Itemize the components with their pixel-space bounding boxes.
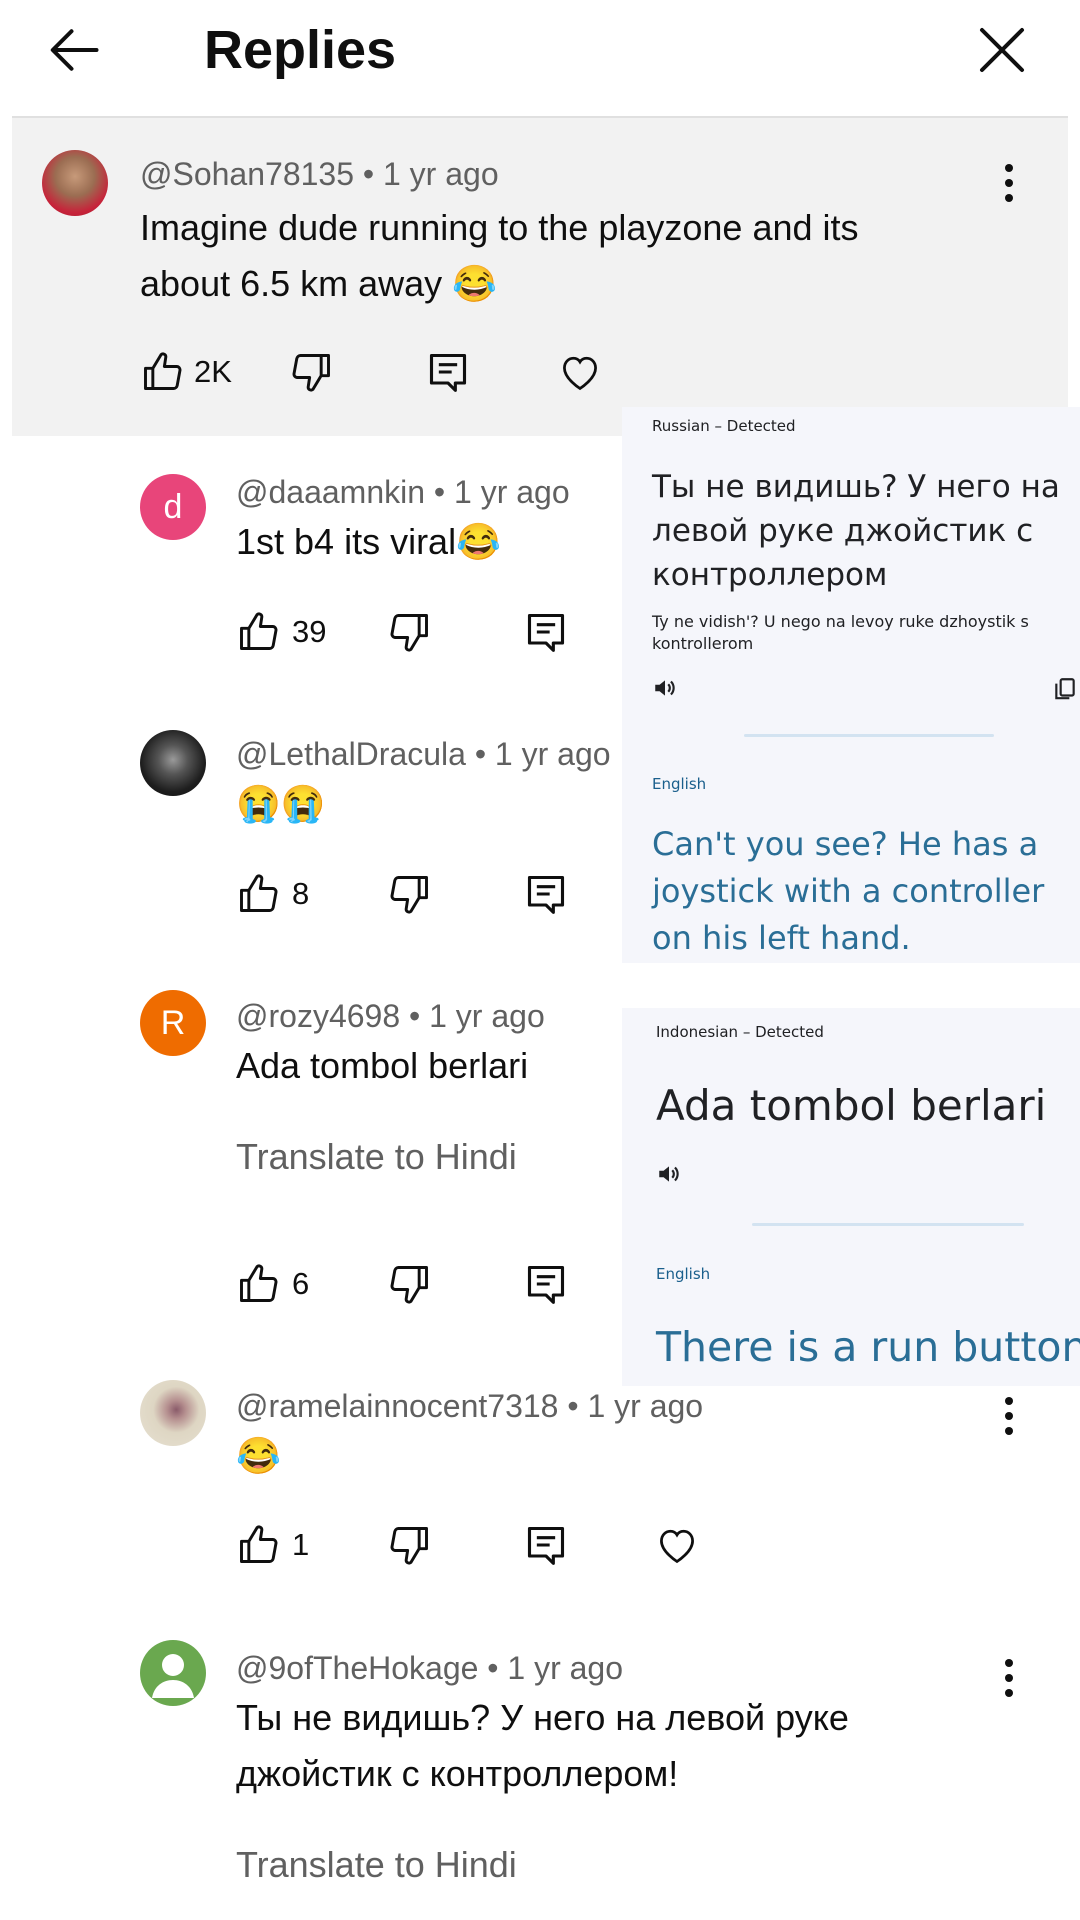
comment-text: 😭😭: [236, 783, 326, 824]
more-vert-icon[interactable]: [999, 1656, 1019, 1700]
comment-text: Imagine dude running to the playzone and…: [140, 207, 859, 304]
author-handle[interactable]: @LethalDracula: [236, 736, 466, 772]
author-handle[interactable]: @rozy4698: [236, 998, 400, 1034]
reply-icon[interactable]: [524, 610, 568, 654]
avatar-letter: R: [160, 1003, 186, 1042]
target-language: English: [652, 775, 707, 793]
comment-age: 1 yr ago: [429, 998, 545, 1034]
comment-age: 1 yr ago: [587, 1388, 704, 1424]
speaker-icon[interactable]: [652, 675, 678, 701]
translated-text: There is a run button: [656, 1323, 1080, 1371]
thumb-up-icon[interactable]: [140, 350, 184, 394]
comment-age: 1 yr ago: [507, 1650, 624, 1686]
translation-panel-russian: Russian – Detected Ты не видишь? У него …: [622, 407, 1080, 963]
more-vert-icon[interactable]: [999, 161, 1019, 205]
thumb-down-icon[interactable]: [388, 1262, 432, 1306]
source-text: Ada tombol berlari: [656, 1081, 1047, 1130]
comment-meta: @LethalDracula • 1 yr ago: [236, 736, 611, 772]
thumb-down-icon[interactable]: [388, 1523, 432, 1567]
translation-panel-indonesian: Indonesian – Detected Ada tombol berlari…: [622, 1008, 1080, 1386]
reply-icon[interactable]: [524, 1262, 568, 1306]
reply-icon[interactable]: [524, 1523, 568, 1567]
comment-meta: @rozy4698 • 1 yr ago: [236, 998, 545, 1034]
avatar-letter: d: [163, 487, 183, 526]
comment-age: 1 yr ago: [494, 736, 611, 772]
thumb-down-icon[interactable]: [388, 610, 432, 654]
thumb-up-icon[interactable]: [236, 1262, 280, 1306]
author-handle[interactable]: @9ofTheHokage: [236, 1650, 478, 1686]
like-count: 6: [292, 1266, 310, 1301]
comment-text: 😂: [236, 1435, 281, 1476]
comment-age: 1 yr ago: [382, 156, 499, 192]
avatar[interactable]: [140, 1380, 206, 1446]
avatar[interactable]: [42, 150, 108, 216]
like-count: 39: [292, 614, 327, 649]
comment-text: Ada tombol berlari: [236, 1045, 529, 1086]
default-avatar-icon: [152, 1654, 194, 1698]
avatar[interactable]: R: [140, 990, 206, 1056]
author-handle[interactable]: @ramelainnocent7318: [236, 1388, 558, 1424]
detected-language: Russian – Detected: [652, 417, 796, 435]
avatar[interactable]: [140, 730, 206, 796]
comment-meta: @daaamnkin • 1 yr ago: [236, 474, 570, 510]
reply-icon[interactable]: [426, 350, 470, 394]
thumb-down-icon[interactable]: [388, 872, 432, 916]
speaker-icon[interactable]: [656, 1161, 682, 1187]
like-count: 8: [292, 876, 310, 911]
avatar[interactable]: d: [140, 474, 206, 540]
comment-text: Ты не видишь? У него на левой руке джойс…: [236, 1697, 849, 1794]
page-title: Replies: [204, 20, 397, 80]
detected-language: Indonesian – Detected: [656, 1023, 824, 1041]
translate-button[interactable]: Translate to Hindi: [236, 1135, 517, 1179]
target-language: English: [656, 1265, 711, 1283]
divider: [744, 734, 994, 737]
comment-age: 1 yr ago: [454, 474, 570, 510]
like-count: 2K: [194, 354, 232, 389]
heart-icon[interactable]: [558, 350, 602, 394]
like-count: 1: [292, 1527, 310, 1562]
reply-icon[interactable]: [524, 872, 568, 916]
translated-text: Can't you see? He has a joystick with a …: [652, 825, 1045, 957]
transliteration-text: Ty ne vidish'? U nego na levoy ruke dzho…: [652, 612, 1029, 653]
avatar[interactable]: [140, 1640, 206, 1706]
heart-icon[interactable]: [655, 1523, 699, 1567]
author-handle[interactable]: @Sohan78135: [140, 156, 354, 192]
translate-button[interactable]: Translate to Hindi: [236, 1843, 517, 1887]
source-text: Ты не видишь? У него на левой руке джойс…: [652, 469, 1060, 593]
comment-text: 1st b4 its viral😂: [236, 521, 501, 562]
thumb-up-icon[interactable]: [236, 872, 280, 916]
author-handle[interactable]: @daaamnkin: [236, 474, 425, 510]
close-icon[interactable]: [972, 20, 1032, 80]
divider: [752, 1223, 1024, 1226]
back-arrow-icon[interactable]: [44, 20, 104, 80]
comment-meta: @ramelainnocent7318 • 1 yr ago: [236, 1388, 704, 1424]
thumb-up-icon[interactable]: [236, 1523, 280, 1567]
thumb-down-icon[interactable]: [290, 350, 334, 394]
copy-icon[interactable]: [1052, 675, 1078, 703]
comment-meta: @9ofTheHokage • 1 yr ago: [236, 1650, 624, 1686]
thumb-up-icon[interactable]: [236, 610, 280, 654]
comment-meta: @Sohan78135 • 1 yr ago: [140, 156, 499, 192]
more-vert-icon[interactable]: [999, 1394, 1019, 1438]
